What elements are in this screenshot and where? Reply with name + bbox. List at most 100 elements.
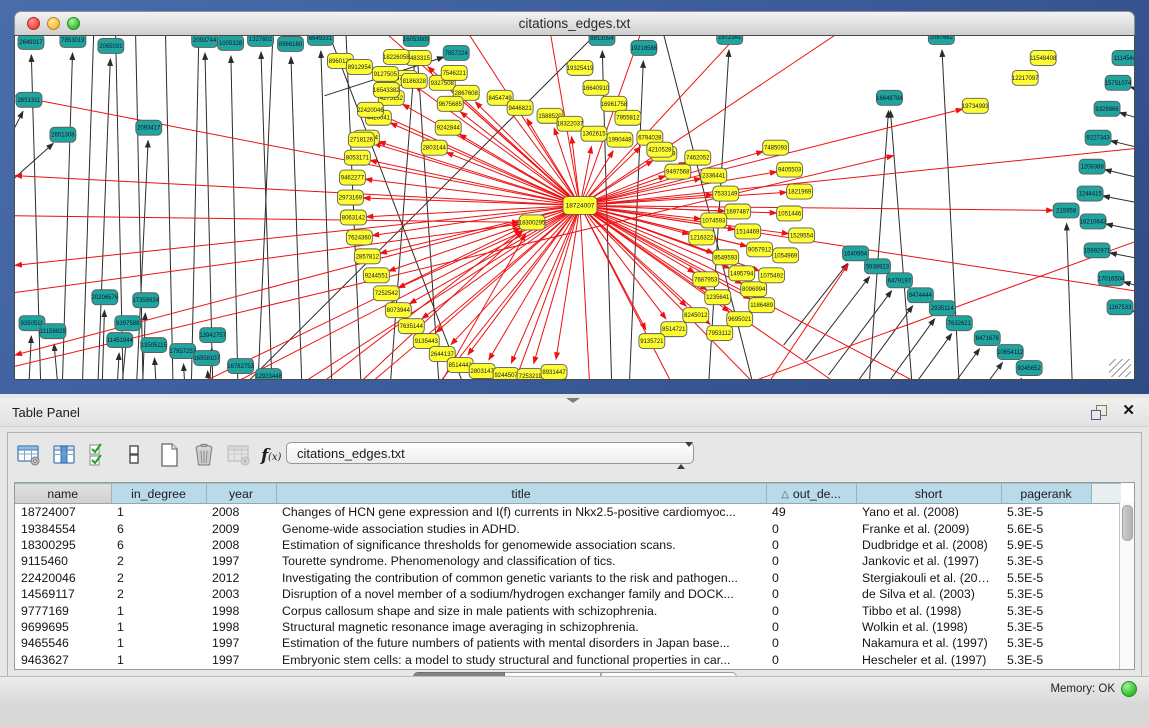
graph-node[interactable]: 1697487 — [725, 204, 751, 219]
table-cell[interactable]: de Silva et al. (2003) — [856, 586, 1001, 602]
table-cell[interactable]: Hescheler et al. (1997) — [856, 652, 1001, 668]
table-cell[interactable]: 5.5E-5 — [1001, 570, 1091, 586]
table-cell[interactable]: 5.6E-5 — [1001, 520, 1091, 536]
float-window-icon[interactable] — [1091, 405, 1107, 420]
graph-node[interactable]: 9397588 — [115, 316, 141, 331]
graph-node[interactable]: 215958 — [1053, 203, 1079, 218]
graph-node[interactable]: 1495794 — [729, 266, 755, 281]
graph-node[interactable]: 6649331 — [307, 36, 333, 45]
table-cell[interactable]: 0 — [766, 635, 856, 651]
resize-grip-icon[interactable] — [1109, 359, 1131, 377]
graph-node[interactable]: 9405503 — [777, 162, 803, 177]
table-cell[interactable]: 5.3E-5 — [1001, 635, 1091, 651]
graph-node[interactable]: 12217097 — [1012, 70, 1039, 85]
table-cell[interactable]: Embryonic stem cells: a model to study s… — [276, 652, 766, 668]
table-cell[interactable]: 1997 — [206, 652, 276, 668]
graph-node[interactable]: 2087682 — [928, 36, 954, 44]
graph-node[interactable]: 16961758 — [601, 96, 628, 111]
graph-node[interactable]: 9329966 — [1094, 101, 1120, 116]
table-cell[interactable]: 2 — [111, 553, 206, 569]
graph-node[interactable]: 18322037 — [557, 116, 584, 131]
table-cell[interactable]: 2008 — [206, 537, 276, 553]
graph-node[interactable]: 8931447 — [541, 365, 567, 379]
graph-node[interactable]: 20206576 — [92, 290, 119, 305]
graph-node[interactable]: 2093417 — [136, 120, 162, 135]
graph-node[interactable]: 18724007 — [563, 197, 597, 215]
table-cell[interactable]: 6 — [111, 520, 206, 536]
table-row[interactable]: 946554611997Estimation of the future num… — [15, 635, 1121, 651]
table-cell[interactable]: Nakamura et al. (1997) — [856, 635, 1001, 651]
graph-node[interactable]: 11548408 — [1030, 50, 1057, 65]
graph-node[interactable]: 1640954 — [843, 246, 869, 261]
table-cell[interactable]: 5.3E-5 — [1001, 586, 1091, 602]
graph-node[interactable]: 5938923 — [864, 259, 890, 274]
graph-node[interactable]: 2718126 — [348, 132, 374, 147]
graph-node[interactable]: 7253211 — [517, 369, 543, 379]
table-row[interactable]: 911546021997Tourette syndrome. Phenomeno… — [15, 553, 1121, 569]
graph-node[interactable]: 9245652 — [1016, 361, 1042, 376]
graph-node[interactable]: 2803144 — [421, 140, 447, 155]
graph-node[interactable]: 1514469 — [735, 224, 761, 239]
graph-node[interactable]: 13942757 — [199, 328, 226, 343]
graph-node[interactable]: 2065031 — [98, 38, 124, 53]
table-cell[interactable]: 5.3E-5 — [1001, 652, 1091, 668]
graph-node[interactable]: 7853019 — [60, 36, 86, 47]
graph-node[interactable]: 9474444 — [907, 288, 933, 303]
graph-node[interactable]: 1074593 — [701, 213, 727, 228]
graph-node[interactable]: 4210528 — [647, 142, 673, 157]
table-cell[interactable]: Stergiakouli et al. (2012) — [856, 570, 1001, 586]
graph-node[interactable]: 12923448 — [255, 369, 282, 379]
graph-node[interactable]: 8912954 — [346, 59, 372, 74]
table-cell[interactable]: 0 — [766, 553, 856, 569]
table-cell[interactable]: 0 — [766, 619, 856, 635]
table-cell[interactable]: 49 — [766, 504, 856, 521]
graph-node[interactable]: 9462277 — [339, 170, 365, 185]
graph-node[interactable]: 1114544 — [1112, 50, 1134, 65]
graph-node[interactable]: 9244507 — [493, 368, 519, 379]
close-icon[interactable]: ✕ — [1122, 403, 1135, 419]
delete-column-icon[interactable] — [189, 441, 219, 469]
graph-node[interactable]: 1990448 — [607, 132, 633, 147]
graph-node[interactable]: 8096994 — [741, 282, 767, 297]
table-row[interactable]: 2242004622012Investigating the contribut… — [15, 570, 1121, 586]
graph-node[interactable]: 1244415 — [1077, 186, 1103, 201]
graph-node[interactable]: 1051446 — [777, 206, 803, 221]
graph-node[interactable]: 10654112 — [997, 345, 1024, 360]
graph-node[interactable]: 9242844 — [435, 120, 461, 135]
graph-node[interactable]: 2651311 — [16, 92, 42, 107]
graph-node[interactable]: 7546221 — [441, 65, 467, 80]
graph-node[interactable]: 8053171 — [344, 150, 370, 165]
table-row[interactable]: 969969511998Structural magnetic resonanc… — [15, 619, 1121, 635]
graph-node[interactable]: 15992971 — [1084, 243, 1111, 258]
table-cell[interactable]: 14569117 — [15, 586, 111, 602]
table-cell[interactable]: 0 — [766, 520, 856, 536]
graph-node[interactable]: 2857812 — [354, 249, 380, 264]
table-cell[interactable]: 1 — [111, 504, 206, 521]
graph-node[interactable]: 7533149 — [713, 186, 739, 201]
graph-node[interactable]: 7635144 — [398, 319, 424, 334]
network-view-canvas[interactable]: 2649317785301920650312093744100532813276… — [14, 35, 1135, 380]
graph-node[interactable]: 1362615 — [581, 126, 607, 141]
scrollbar-thumb[interactable] — [1122, 505, 1133, 541]
table-cell[interactable]: 5.9E-5 — [1001, 537, 1091, 553]
graph-node[interactable]: 9675685 — [437, 96, 463, 111]
graph-node[interactable]: 17359924 — [132, 293, 159, 308]
table-cell[interactable]: Franke et al. (2009) — [856, 520, 1001, 536]
table-cell[interactable]: Disruption of a novel member of a sodium… — [276, 586, 766, 602]
graph-node[interactable]: 9135721 — [639, 334, 665, 349]
graph-node[interactable]: 16782753 — [227, 359, 254, 374]
graph-node[interactable]: 2649317 — [18, 36, 44, 49]
graph-node[interactable]: 9695021 — [727, 312, 753, 327]
select-columns-icon[interactable] — [84, 441, 114, 469]
graph-node[interactable]: 1005328 — [218, 36, 244, 50]
table-cell[interactable]: 18724007 — [15, 504, 111, 521]
table-cell[interactable]: Yano et al. (2008) — [856, 504, 1001, 521]
graph-node[interactable]: 7687953 — [693, 272, 719, 287]
graph-node[interactable]: 19218586 — [631, 40, 658, 55]
table-cell[interactable]: Structural magnetic resonance image aver… — [276, 619, 766, 635]
table-cell[interactable]: 5.3E-5 — [1001, 504, 1091, 521]
table-cell[interactable]: 0 — [766, 570, 856, 586]
graph-node[interactable]: 15751074 — [1105, 75, 1132, 90]
table-cell[interactable]: 9777169 — [15, 602, 111, 618]
graph-node[interactable]: 9244551 — [363, 268, 389, 283]
